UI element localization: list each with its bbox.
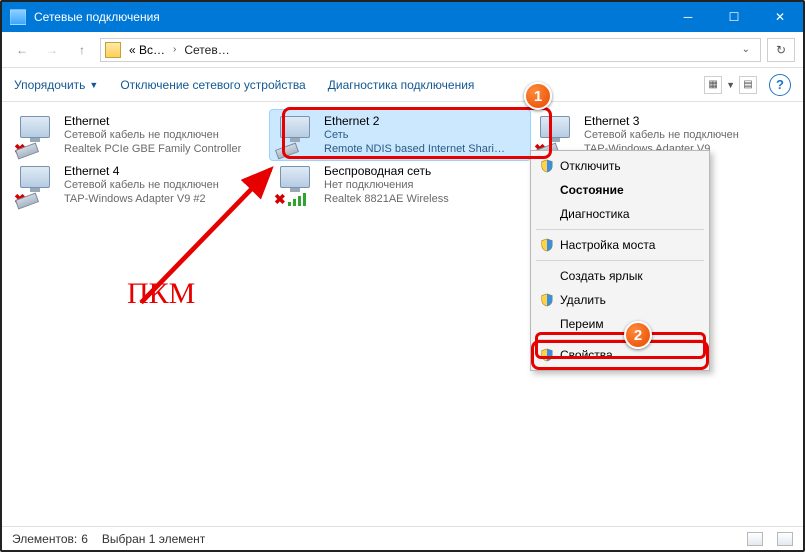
- adapter-item[interactable]: Ethernet 2СетьRemote NDIS based Internet…: [270, 110, 530, 160]
- refresh-button[interactable]: ↻: [767, 38, 795, 62]
- titlebar: Сетевые подключения ─ ☐ ✕: [2, 2, 803, 32]
- adapter-icon: [276, 164, 316, 206]
- adapter-status: Нет подключения: [324, 179, 449, 193]
- status-elements-count: 6: [81, 532, 88, 546]
- adapter-device: Remote NDIS based Internet Shari…: [324, 143, 505, 156]
- context-menu: Отключить Состояние Диагностика Настройка м…: [530, 150, 710, 371]
- breadcrumb-prefix[interactable]: « Вс…: [129, 43, 165, 57]
- context-menu-item[interactable]: Переим: [534, 312, 706, 336]
- status-elements-label: Элементов:: [12, 532, 77, 546]
- adapter-name: Ethernet 4: [64, 164, 219, 179]
- context-menu-label: Удалить: [560, 293, 606, 307]
- view-list-icon[interactable]: [777, 532, 793, 546]
- adapter-icon: [276, 114, 316, 156]
- context-menu-label: Отключить: [560, 159, 621, 173]
- adapter-status: Сеть: [324, 129, 505, 143]
- chevron-down-icon[interactable]: ▼: [726, 80, 735, 90]
- adapter-item[interactable]: Ethernet 4Сетевой кабель не подключенTAP…: [10, 160, 270, 210]
- context-menu-label: Создать ярлык: [560, 269, 643, 283]
- diagnose-button[interactable]: Диагностика подключения: [328, 78, 475, 92]
- context-menu-label: Диагностика: [560, 207, 630, 221]
- adapter-device: Realtek PCIe GBE Family Controller: [64, 143, 241, 156]
- adapter-name: Ethernet 2: [324, 114, 505, 129]
- shield-icon: [540, 348, 554, 362]
- context-menu-separator: [536, 260, 704, 261]
- shield-icon: [540, 238, 554, 252]
- adapter-device: TAP-Windows Adapter V9 #2: [64, 193, 219, 206]
- context-menu-item[interactable]: Создать ярлык: [534, 264, 706, 288]
- context-menu-label: Состояние: [560, 183, 624, 197]
- nav-forward-button[interactable]: →: [40, 38, 64, 62]
- adapter-status: Сетевой кабель не подключен: [584, 129, 739, 143]
- annotation-label: ПКМ: [127, 277, 195, 311]
- status-bar: Элементов: 6 Выбран 1 элемент: [2, 526, 803, 550]
- adapter-item[interactable]: EthernetСетевой кабель не подключенRealt…: [10, 110, 270, 160]
- context-menu-label: Настройка моста: [560, 238, 655, 252]
- organize-label: Упорядочить: [14, 78, 85, 92]
- view-tiles-icon[interactable]: [747, 532, 763, 546]
- context-menu-item[interactable]: Настройка моста: [534, 233, 706, 257]
- window-title: Сетевые подключения: [34, 10, 665, 24]
- status-selection: Выбран 1 элемент: [102, 532, 205, 546]
- shield-icon: [540, 159, 554, 173]
- chevron-down-icon: ▼: [89, 80, 98, 90]
- context-menu-separator: [536, 229, 704, 230]
- adapter-item[interactable]: Беспроводная сетьНет подключенияRealtek …: [270, 160, 530, 210]
- annotation-callout-1: 1: [524, 82, 552, 110]
- adapter-icon: [16, 164, 56, 206]
- adapter-status: Сетевой кабель не подключен: [64, 129, 241, 143]
- adapter-icon: [16, 114, 56, 156]
- adapter-status: Сетевой кабель не подключен: [64, 179, 219, 193]
- context-menu-label: Переим: [560, 317, 604, 331]
- address-bar: ← → ↑ « Вс… › Сетев… ⌄ ↻: [2, 32, 803, 68]
- view-details-button[interactable]: ▤: [739, 76, 757, 94]
- app-icon: [10, 9, 26, 25]
- context-menu-separator: [536, 339, 704, 340]
- minimize-button[interactable]: ─: [665, 2, 711, 32]
- chevron-down-icon[interactable]: ⌄: [736, 44, 756, 55]
- organize-menu[interactable]: Упорядочить ▼: [14, 78, 98, 92]
- close-button[interactable]: ✕: [757, 2, 803, 32]
- context-menu-item[interactable]: Удалить: [534, 288, 706, 312]
- breadcrumb-current[interactable]: Сетев…: [184, 43, 727, 57]
- maximize-button[interactable]: ☐: [711, 2, 757, 32]
- folder-icon: [105, 42, 121, 58]
- nav-up-button[interactable]: ↑: [70, 38, 94, 62]
- adapter-list: EthernetСетевой кабель не подключенRealt…: [2, 102, 803, 518]
- breadcrumb[interactable]: « Вс… › Сетев… ⌄: [100, 38, 761, 62]
- chevron-right-icon: ›: [173, 44, 176, 55]
- adapter-name: Беспроводная сеть: [324, 164, 449, 179]
- context-menu-label: Свойства: [560, 348, 613, 362]
- help-icon[interactable]: ?: [769, 74, 791, 96]
- adapter-name: Ethernet 3: [584, 114, 739, 129]
- context-menu-item[interactable]: Отключить: [534, 154, 706, 178]
- context-menu-item[interactable]: Диагностика: [534, 202, 706, 226]
- shield-icon: [540, 293, 554, 307]
- disable-adapter-button[interactable]: Отключение сетевого устройства: [120, 78, 305, 92]
- context-menu-item[interactable]: Состояние: [534, 178, 706, 202]
- adapter-device: Realtek 8821AE Wireless: [324, 193, 449, 206]
- annotation-callout-2: 2: [624, 321, 652, 349]
- command-bar: Упорядочить ▼ Отключение сетевого устрой…: [2, 68, 803, 102]
- context-menu-item[interactable]: Свойства: [534, 343, 706, 367]
- adapter-name: Ethernet: [64, 114, 241, 129]
- nav-back-button[interactable]: ←: [10, 38, 34, 62]
- view-icons-button[interactable]: ▦: [704, 76, 722, 94]
